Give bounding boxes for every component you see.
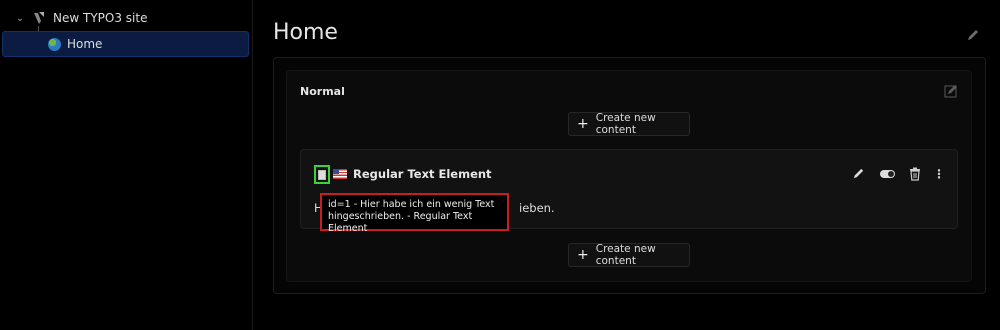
typo3-icon bbox=[34, 12, 44, 24]
tree-item-home[interactable]: Home bbox=[2, 31, 249, 57]
text-element-icon[interactable] bbox=[314, 165, 330, 184]
pencil-icon[interactable] bbox=[852, 167, 865, 180]
page-tree: ⌄ New TYPO3 site Home bbox=[0, 0, 252, 330]
bodytext-end: ieben. bbox=[519, 201, 555, 215]
create-content-button[interactable]: + Create new content bbox=[568, 243, 690, 267]
toggle-icon[interactable] bbox=[880, 170, 895, 178]
text-element-icon-glyph bbox=[318, 169, 326, 180]
us-flag-icon bbox=[333, 169, 347, 179]
plus-icon: + bbox=[577, 247, 589, 263]
trash-icon[interactable] bbox=[909, 167, 921, 181]
tree-item-label: Home bbox=[67, 37, 103, 51]
edit-column-icon[interactable] bbox=[944, 84, 958, 98]
create-content-label: Create new content bbox=[595, 112, 656, 136]
divider bbox=[252, 0, 253, 330]
tooltip-line: hingeschrieben. - Regular Text Element bbox=[328, 211, 473, 234]
tree-root-label: New TYPO3 site bbox=[53, 11, 148, 25]
more-vertical-icon[interactable]: ⋮ bbox=[933, 167, 945, 181]
page-title: Home bbox=[273, 20, 338, 45]
tree-root-item[interactable]: ⌄ New TYPO3 site bbox=[14, 9, 148, 27]
element-title[interactable]: Regular Text Element bbox=[353, 167, 492, 181]
create-content-button[interactable]: + Create new content bbox=[568, 112, 690, 136]
pencil-icon[interactable] bbox=[966, 28, 980, 42]
globe-icon bbox=[48, 37, 61, 51]
plus-icon: + bbox=[577, 116, 589, 132]
create-content-label: Create new content bbox=[595, 243, 656, 267]
tooltip-line: id=1 - Hier habe ich ein wenig Text bbox=[328, 199, 495, 210]
column-title: Normal bbox=[300, 85, 345, 98]
tooltip: id=1 - Hier habe ich ein wenig Text hing… bbox=[320, 193, 509, 234]
chevron-down-icon[interactable]: ⌄ bbox=[14, 13, 26, 24]
